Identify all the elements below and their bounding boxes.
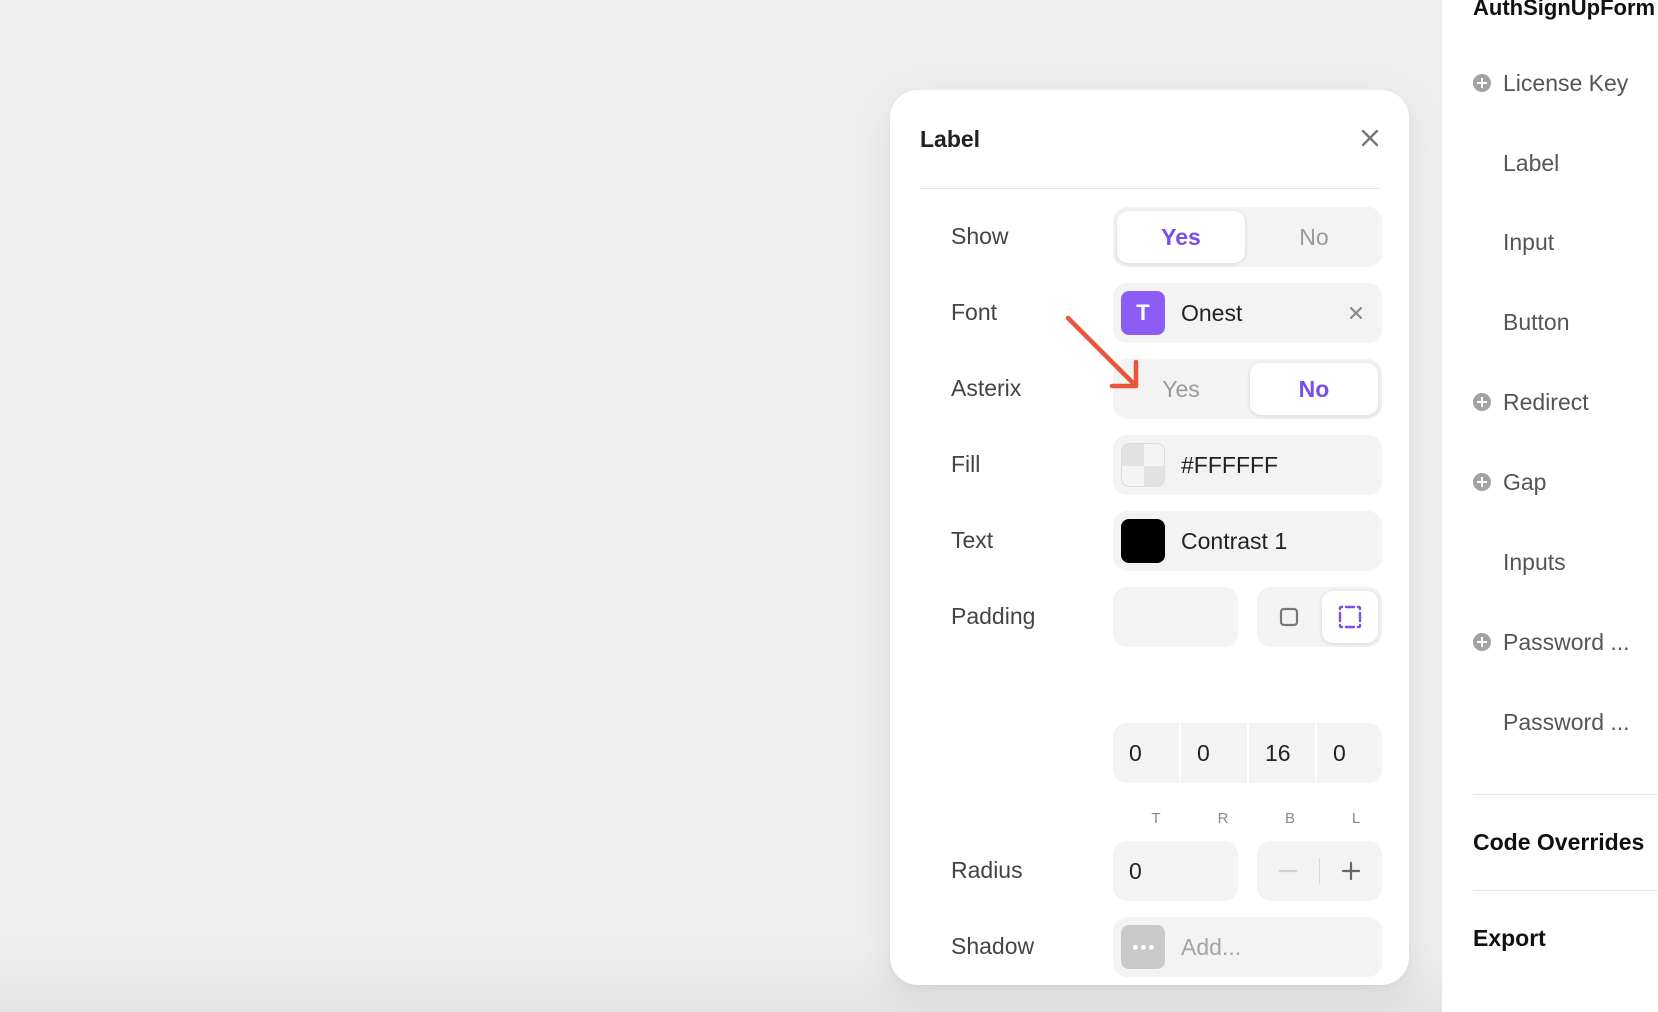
- sidebar-divider: [1473, 794, 1658, 795]
- close-button[interactable]: [1358, 126, 1382, 150]
- sidebar-item-label: Password ...: [1503, 708, 1630, 735]
- shadow-placeholder: Add...: [1181, 933, 1242, 960]
- code-overrides-section[interactable]: Code Overrides: [1473, 829, 1644, 856]
- text-color-value: Contrast 1: [1181, 527, 1288, 554]
- increment-button[interactable]: [1320, 841, 1382, 901]
- padding-per-side-option[interactable]: [1322, 591, 1378, 643]
- fill-swatch: [1121, 443, 1165, 487]
- sidebar-item-input[interactable]: Input: [1473, 227, 1554, 257]
- sidebar-item-label: Input: [1503, 228, 1555, 255]
- font-value: Onest: [1181, 299, 1243, 326]
- component-name: AuthSignUpForm: [1473, 0, 1656, 20]
- sidebar-item-password[interactable]: Password ...: [1473, 627, 1630, 657]
- padding-mode-toggle: [1257, 587, 1382, 647]
- square-icon: [1279, 607, 1299, 627]
- font-icon: T: [1121, 291, 1165, 335]
- sidebar-item-button[interactable]: Button: [1473, 307, 1570, 337]
- text-swatch: [1121, 519, 1165, 563]
- add-icon: [1473, 633, 1491, 651]
- text-label: Text: [951, 527, 994, 553]
- padding-right-caption: R: [1217, 810, 1229, 827]
- sidebar-item-label: Redirect: [1503, 388, 1589, 415]
- show-toggle: Yes No: [1113, 207, 1382, 267]
- sidebar-item-label: Button: [1503, 308, 1570, 335]
- font-picker[interactable]: T Onest: [1113, 283, 1382, 343]
- panel-title: Label: [920, 126, 981, 152]
- asterix-toggle: Yes No: [1113, 359, 1382, 419]
- font-label: Font: [951, 299, 998, 325]
- sidebar-item-license-key[interactable]: License Key: [1473, 68, 1628, 98]
- asterix-yes-option[interactable]: Yes: [1117, 363, 1245, 415]
- padding-uniform-option[interactable]: [1261, 591, 1317, 643]
- padding-sides-icon: [1338, 605, 1362, 629]
- add-icon: [1473, 473, 1491, 491]
- shadow-label: Shadow: [951, 933, 1035, 959]
- sidebar-item-label: Inputs: [1503, 548, 1566, 575]
- sidebar-item-label: License Key: [1503, 69, 1629, 96]
- decrement-button[interactable]: [1257, 841, 1319, 901]
- radius-label: Radius: [951, 857, 1023, 883]
- text-color-picker[interactable]: Contrast 1: [1113, 511, 1382, 571]
- add-icon: [1473, 74, 1491, 92]
- clear-font-icon[interactable]: [1346, 303, 1366, 323]
- fill-value: #FFFFFF: [1181, 451, 1279, 478]
- sidebar-item-label[interactable]: Label: [1473, 148, 1559, 178]
- fill-color-picker[interactable]: #FFFFFF: [1113, 435, 1382, 495]
- radius-input[interactable]: 0: [1113, 841, 1238, 901]
- asterix-no-option[interactable]: No: [1250, 363, 1378, 415]
- sidebar-item-label: Label: [1503, 149, 1560, 176]
- padding-bottom-input[interactable]: 16: [1249, 723, 1315, 783]
- sidebar-item-label: Password ...: [1503, 628, 1630, 655]
- sidebar-item-inputs[interactable]: Inputs: [1473, 547, 1566, 577]
- padding-label: Padding: [951, 603, 1036, 629]
- panel-divider: [920, 188, 1379, 189]
- plus-icon: [1341, 861, 1361, 881]
- show-yes-option[interactable]: Yes: [1117, 211, 1245, 263]
- padding-left-caption: L: [1351, 810, 1361, 827]
- add-icon: [1473, 393, 1491, 411]
- show-no-option[interactable]: No: [1250, 211, 1378, 263]
- export-section[interactable]: Export: [1473, 925, 1546, 952]
- fill-label: Fill: [951, 451, 981, 477]
- asterix-label: Asterix: [951, 375, 1022, 401]
- radius-stepper: [1257, 841, 1382, 901]
- show-label: Show: [951, 223, 1009, 249]
- sidebar-item-redirect[interactable]: Redirect: [1473, 387, 1589, 417]
- padding-bottom-caption: B: [1284, 810, 1295, 827]
- sidebar-divider: [1473, 890, 1658, 891]
- padding-all-input[interactable]: [1113, 587, 1238, 647]
- properties-sidebar: AuthSignUpForm License Key Label Input B…: [1442, 0, 1658, 1012]
- padding-left-input[interactable]: 0: [1317, 723, 1382, 783]
- padding-top-caption: T: [1151, 810, 1161, 827]
- more-icon: [1121, 925, 1165, 969]
- padding-sides-inputs: 0 0 16 0: [1113, 723, 1382, 783]
- sidebar-item-password-2[interactable]: Password ...: [1473, 707, 1630, 737]
- padding-top-input[interactable]: 0: [1113, 723, 1179, 783]
- padding-right-input[interactable]: 0: [1181, 723, 1247, 783]
- sidebar-item-label: Gap: [1503, 468, 1547, 495]
- close-icon: [1361, 129, 1379, 147]
- minus-icon: [1278, 869, 1298, 873]
- label-properties-panel: Label Show Yes No Font T Onest Asterix Y…: [890, 90, 1409, 985]
- sidebar-item-gap[interactable]: Gap: [1473, 467, 1546, 497]
- shadow-add-field[interactable]: Add...: [1113, 917, 1382, 977]
